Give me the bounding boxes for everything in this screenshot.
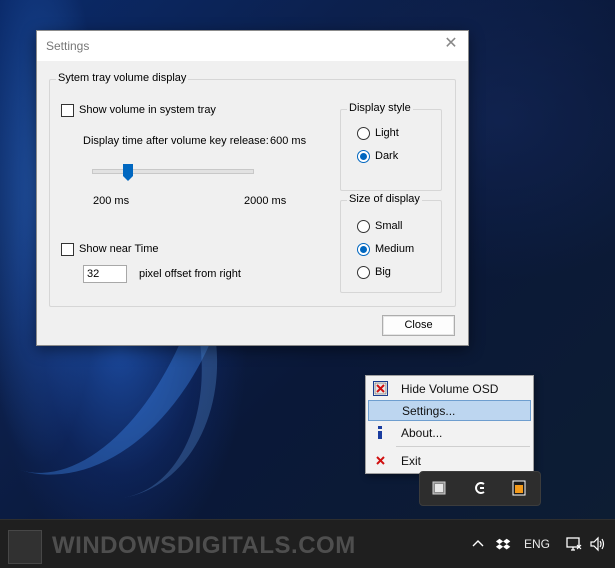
slider-min-label: 200 ms (93, 195, 130, 207)
app-g-tray-icon[interactable] (472, 480, 488, 496)
radio-big-label: Big (375, 266, 391, 278)
settings-dialog: Settings ✕ Sytem tray volume display Sho… (36, 30, 469, 346)
red-x-box-icon (373, 381, 388, 396)
display-time-label: Display time after volume key release: (83, 135, 269, 147)
menu-label: Settings... (402, 404, 456, 418)
close-button[interactable]: Close (382, 315, 455, 336)
language-indicator[interactable]: ENG (524, 537, 550, 551)
menu-separator (396, 446, 530, 447)
close-icon[interactable]: ✕ (442, 35, 460, 53)
menu-label: Exit (401, 454, 422, 468)
show-volume-checkbox[interactable] (61, 104, 74, 117)
display-style-label: Display style (347, 102, 413, 114)
radio-small-label: Small (375, 220, 403, 232)
taskbar: WINDOWSDIGITALS.COM ENG (0, 519, 615, 568)
size-of-display-label: Size of display (347, 193, 422, 205)
radio-dark-label: Dark (375, 150, 399, 162)
radio-light[interactable] (357, 127, 370, 140)
show-near-time-checkbox[interactable] (61, 243, 74, 256)
orange-app-tray-icon[interactable] (511, 480, 527, 496)
radio-big[interactable] (357, 266, 370, 279)
menu-item-about[interactable]: About... (368, 422, 531, 443)
tray-context-menu: Hide Volume OSD Settings... About... Exi… (365, 375, 534, 474)
watermark: WINDOWSDIGITALS.COM (52, 532, 356, 559)
radio-light-label: Light (375, 127, 399, 139)
red-x-icon (376, 456, 385, 465)
group-label: Sytem tray volume display (56, 72, 189, 84)
watermark-logo (8, 530, 42, 564)
slider-max-label: 2000 ms (244, 195, 287, 207)
dropbox-icon[interactable] (495, 536, 511, 552)
display-time-slider-track[interactable] (92, 169, 254, 174)
radio-dark[interactable] (357, 150, 370, 163)
network-icon[interactable] (566, 536, 582, 552)
chevron-up-icon[interactable] (470, 536, 486, 552)
menu-label: Hide Volume OSD (401, 382, 499, 396)
show-near-time-label: Show near Time (79, 243, 159, 255)
volume-osd-tray-icon[interactable] (431, 480, 447, 496)
dialog-titlebar[interactable]: Settings ✕ (37, 31, 468, 61)
display-time-slider-thumb[interactable] (122, 164, 133, 181)
tray-overflow-flyout (419, 471, 541, 506)
radio-medium[interactable] (357, 243, 370, 256)
menu-label: About... (401, 426, 443, 440)
dialog-title: Settings (46, 39, 90, 53)
menu-item-settings[interactable]: Settings... (368, 400, 531, 421)
display-time-value: 600 ms (270, 135, 307, 147)
radio-medium-label: Medium (375, 243, 415, 255)
menu-item-hide-volume-osd[interactable]: Hide Volume OSD (368, 378, 531, 399)
show-volume-label: Show volume in system tray (79, 104, 216, 116)
radio-small[interactable] (357, 220, 370, 233)
speaker-icon[interactable] (590, 536, 606, 552)
pixel-offset-input[interactable] (83, 265, 127, 283)
menu-item-exit[interactable]: Exit (368, 450, 531, 471)
pixel-offset-label: pixel offset from right (139, 268, 241, 280)
info-icon (378, 426, 382, 439)
